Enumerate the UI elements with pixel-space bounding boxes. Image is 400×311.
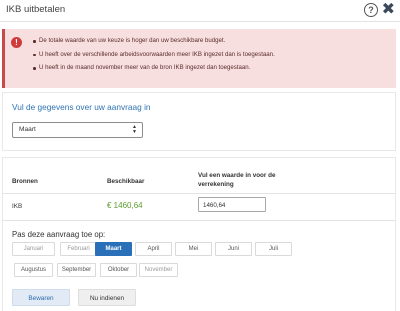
title-bar: IKB uitbetalen ? ✖ (0, 0, 400, 22)
table-divider (3, 193, 395, 194)
month-button-september[interactable]: September (57, 263, 96, 277)
help-icon[interactable]: ? (364, 3, 378, 17)
column-header-bronnen: Bronnen (12, 178, 38, 185)
month-button-oktober[interactable]: Oktober (100, 263, 137, 277)
exclamation-icon: ! (11, 37, 22, 48)
column-header-waarde: Vul een waarde in voor de verrekening (198, 172, 276, 188)
amount-input[interactable]: 1460,64 (198, 197, 266, 212)
month-button-mei[interactable]: Mei (175, 242, 212, 256)
month-button-juni[interactable]: Juni (215, 242, 252, 256)
month-button-maart[interactable]: Maart (95, 242, 132, 256)
available-amount: € 1460,64 (107, 201, 143, 210)
sources-panel: Bronnen Beschikbaar Vul een waarde in vo… (2, 157, 396, 311)
save-button[interactable]: Bewaren (12, 289, 70, 306)
month-button-februari[interactable]: Februari (60, 242, 97, 256)
table-divider (3, 220, 395, 221)
dialog-window: IKB uitbetalen ? ✖ ! De totale waarde va… (0, 0, 400, 311)
column-header-beschikbaar: Beschikbaar (107, 178, 145, 185)
error-alert: ! De totale waarde van uw keuze is hoger… (2, 29, 396, 88)
select-arrows-icon: ▲ ▼ (132, 124, 137, 135)
error-message: U heeft over de verschillende arbeidsvoo… (33, 51, 275, 59)
month-select-value: Maart (19, 126, 36, 133)
error-list: De totale waarde van uw keuze is hoger d… (33, 37, 275, 78)
apply-label: Pas deze aanvraag toe op: (12, 230, 106, 239)
close-icon[interactable]: ✖ (382, 2, 395, 18)
month-button-november[interactable]: November (139, 263, 178, 277)
amount-input-value: 1460,64 (203, 201, 226, 209)
source-name: IKB (12, 203, 23, 210)
request-heading: Vul de gegevens over uw aanvraag in (12, 102, 151, 112)
submit-button[interactable]: Nu indienen (78, 289, 136, 306)
month-button-augustus[interactable]: Augustus (14, 263, 53, 277)
month-button-juli[interactable]: Juli (255, 242, 292, 256)
month-button-januari[interactable]: Januari (12, 242, 55, 256)
request-panel: Vul de gegevens over uw aanvraag in Maar… (2, 92, 396, 151)
month-select[interactable]: Maart ▲ ▼ (12, 122, 143, 138)
error-message: De totale waarde van uw keuze is hoger d… (33, 37, 275, 45)
month-button-april[interactable]: April (135, 242, 172, 256)
error-message: U heeft in de maand november meer van de… (33, 64, 275, 72)
window-title: IKB uitbetalen (6, 4, 66, 15)
